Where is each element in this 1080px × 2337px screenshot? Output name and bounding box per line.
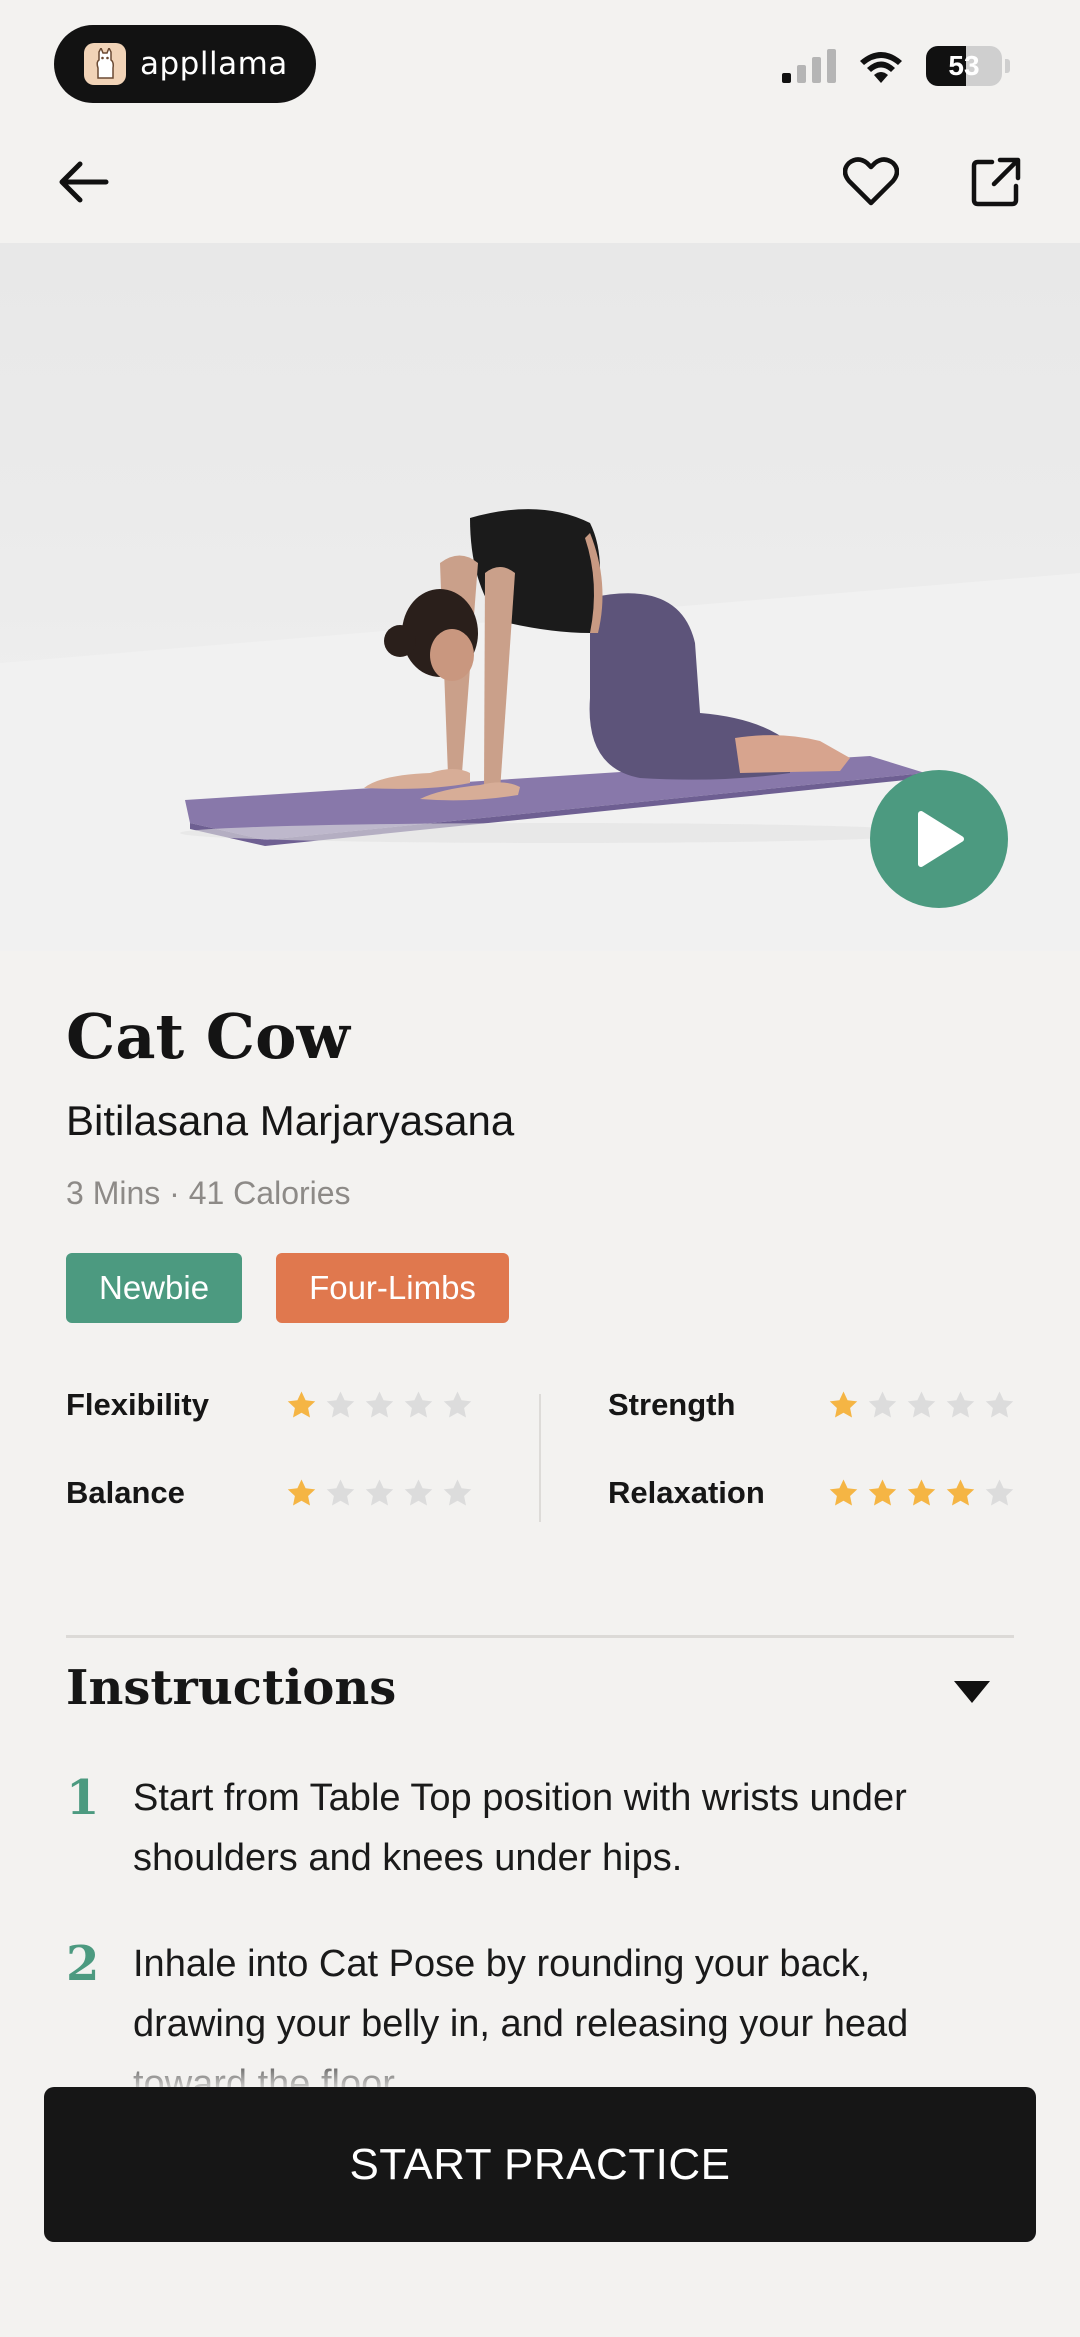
star-empty-icon bbox=[985, 1391, 1014, 1417]
play-icon bbox=[918, 811, 964, 867]
section-divider bbox=[66, 1635, 1014, 1638]
app-name: appllama bbox=[140, 46, 288, 82]
star-empty-icon bbox=[365, 1479, 394, 1505]
pose-sanskrit-name: Bitilasana Marjaryasana bbox=[66, 1097, 515, 1144]
llama-logo-icon bbox=[84, 43, 126, 85]
star-empty-icon bbox=[326, 1391, 355, 1417]
star-empty-icon bbox=[404, 1391, 433, 1417]
rating-flexibility: Flexibility bbox=[66, 1380, 473, 1430]
rating-stars bbox=[828, 1390, 1015, 1421]
star-empty-icon bbox=[365, 1391, 394, 1417]
battery-level: 53 bbox=[948, 50, 980, 81]
star-empty-icon bbox=[946, 1391, 975, 1417]
wifi-icon bbox=[860, 52, 902, 83]
star-filled-icon bbox=[829, 1391, 858, 1417]
pose-title: Cat Cow bbox=[66, 1000, 350, 1073]
ratings-divider bbox=[539, 1394, 541, 1522]
star-filled-icon bbox=[868, 1479, 897, 1505]
start-practice-button[interactable]: START PRACTICE bbox=[44, 2087, 1036, 2242]
star-filled-icon bbox=[287, 1479, 316, 1505]
tag-four-limbs[interactable]: Four-Limbs bbox=[276, 1253, 509, 1323]
rating-label: Relaxation bbox=[608, 1475, 765, 1510]
back-button[interactable] bbox=[52, 150, 116, 214]
rating-label: Flexibility bbox=[66, 1387, 209, 1422]
pose-tags: Newbie Four-Limbs bbox=[66, 1253, 509, 1323]
arrow-left-icon bbox=[59, 161, 109, 203]
star-empty-icon bbox=[907, 1391, 936, 1417]
star-empty-icon bbox=[443, 1479, 472, 1505]
star-empty-icon bbox=[326, 1479, 355, 1505]
instruction-step: 1 Start from Table Top position with wri… bbox=[66, 1768, 1013, 1888]
star-filled-icon bbox=[829, 1479, 858, 1505]
rating-label: Balance bbox=[66, 1475, 185, 1510]
tag-newbie[interactable]: Newbie bbox=[66, 1253, 243, 1323]
rating-balance: Balance bbox=[66, 1468, 473, 1518]
share-external-icon bbox=[971, 157, 1021, 207]
instructions-heading: Instructions bbox=[66, 1660, 397, 1716]
pose-duration-calories: 3 Mins · 41 Calories bbox=[66, 1175, 351, 1211]
rating-strength: Strength bbox=[608, 1380, 1015, 1430]
rating-label: Strength bbox=[608, 1387, 736, 1422]
star-empty-icon bbox=[443, 1391, 472, 1417]
star-empty-icon bbox=[985, 1479, 1014, 1505]
triangle-down-icon bbox=[954, 1681, 990, 1703]
star-filled-icon bbox=[287, 1391, 316, 1417]
rating-stars bbox=[286, 1478, 473, 1509]
nav-bar bbox=[0, 130, 1080, 230]
step-text: Start from Table Top position with wrist… bbox=[133, 1777, 907, 1879]
rating-stars bbox=[828, 1478, 1015, 1509]
star-filled-icon bbox=[946, 1479, 975, 1505]
step-number: 1 bbox=[66, 1770, 100, 1826]
rating-stars bbox=[286, 1390, 473, 1421]
cellular-signal-icon bbox=[782, 49, 836, 83]
pose-ratings: Flexibility Strength Balance Relaxation bbox=[66, 1380, 1014, 1525]
share-button[interactable] bbox=[964, 150, 1028, 214]
status-bar: appllama 53 bbox=[0, 0, 1080, 120]
star-empty-icon bbox=[404, 1479, 433, 1505]
app-pill[interactable]: appllama bbox=[54, 25, 316, 103]
play-button[interactable] bbox=[870, 770, 1008, 908]
pose-video-thumbnail[interactable] bbox=[0, 243, 1080, 951]
heart-outline-icon bbox=[843, 157, 899, 206]
star-empty-icon bbox=[868, 1391, 897, 1417]
instructions-toggle[interactable] bbox=[950, 1677, 994, 1707]
rating-relaxation: Relaxation bbox=[608, 1468, 1015, 1518]
battery-indicator: 53 bbox=[926, 46, 1002, 86]
favorite-button[interactable] bbox=[839, 150, 903, 214]
star-filled-icon bbox=[907, 1479, 936, 1505]
scroll-fade bbox=[0, 2050, 1080, 2092]
